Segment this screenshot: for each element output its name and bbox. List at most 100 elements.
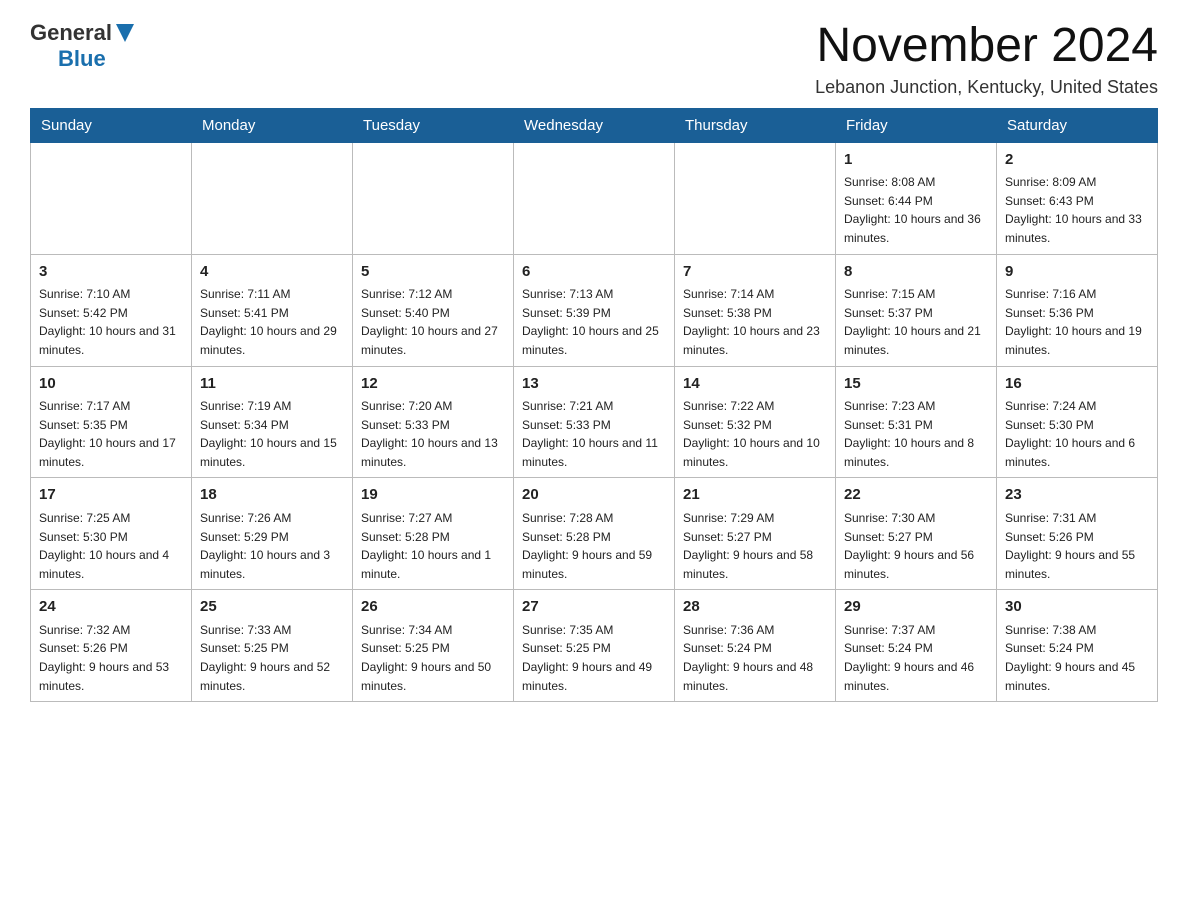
calendar-cell: 9Sunrise: 7:16 AMSunset: 5:36 PMDaylight… (997, 254, 1158, 366)
calendar-cell: 16Sunrise: 7:24 AMSunset: 5:30 PMDayligh… (997, 366, 1158, 478)
sun-info: Sunrise: 7:32 AMSunset: 5:26 PMDaylight:… (39, 621, 183, 695)
calendar-header-row: SundayMondayTuesdayWednesdayThursdayFrid… (31, 108, 1158, 142)
calendar-header-saturday: Saturday (997, 108, 1158, 142)
calendar-cell: 7Sunrise: 7:14 AMSunset: 5:38 PMDaylight… (675, 254, 836, 366)
day-number: 2 (1005, 149, 1149, 172)
day-number: 18 (200, 484, 344, 507)
calendar-header-sunday: Sunday (31, 108, 192, 142)
sun-info: Sunrise: 7:26 AMSunset: 5:29 PMDaylight:… (200, 509, 344, 583)
sun-info: Sunrise: 7:14 AMSunset: 5:38 PMDaylight:… (683, 285, 827, 359)
day-number: 11 (200, 373, 344, 396)
calendar-cell: 12Sunrise: 7:20 AMSunset: 5:33 PMDayligh… (353, 366, 514, 478)
calendar-header-monday: Monday (192, 108, 353, 142)
day-number: 27 (522, 596, 666, 619)
day-number: 15 (844, 373, 988, 396)
sun-info: Sunrise: 7:23 AMSunset: 5:31 PMDaylight:… (844, 397, 988, 471)
day-number: 22 (844, 484, 988, 507)
calendar-cell: 1Sunrise: 8:08 AMSunset: 6:44 PMDaylight… (836, 142, 997, 254)
calendar-header-friday: Friday (836, 108, 997, 142)
sun-info: Sunrise: 7:28 AMSunset: 5:28 PMDaylight:… (522, 509, 666, 583)
day-number: 23 (1005, 484, 1149, 507)
sun-info: Sunrise: 7:22 AMSunset: 5:32 PMDaylight:… (683, 397, 827, 471)
day-number: 10 (39, 373, 183, 396)
logo-arrow-icon (116, 24, 134, 42)
sun-info: Sunrise: 7:34 AMSunset: 5:25 PMDaylight:… (361, 621, 505, 695)
day-number: 20 (522, 484, 666, 507)
calendar-cell: 8Sunrise: 7:15 AMSunset: 5:37 PMDaylight… (836, 254, 997, 366)
sun-info: Sunrise: 7:17 AMSunset: 5:35 PMDaylight:… (39, 397, 183, 471)
day-number: 14 (683, 373, 827, 396)
sun-info: Sunrise: 7:24 AMSunset: 5:30 PMDaylight:… (1005, 397, 1149, 471)
sun-info: Sunrise: 7:35 AMSunset: 5:25 PMDaylight:… (522, 621, 666, 695)
logo-blue-text: Blue (58, 46, 106, 72)
title-block: November 2024 Lebanon Junction, Kentucky… (815, 20, 1158, 98)
calendar-cell: 6Sunrise: 7:13 AMSunset: 5:39 PMDaylight… (514, 254, 675, 366)
calendar-cell: 10Sunrise: 7:17 AMSunset: 5:35 PMDayligh… (31, 366, 192, 478)
day-number: 17 (39, 484, 183, 507)
month-title: November 2024 (815, 20, 1158, 73)
page-header: General Blue November 2024 Lebanon Junct… (30, 20, 1158, 98)
calendar-cell (192, 142, 353, 254)
day-number: 28 (683, 596, 827, 619)
sun-info: Sunrise: 7:15 AMSunset: 5:37 PMDaylight:… (844, 285, 988, 359)
calendar-cell (353, 142, 514, 254)
calendar-cell: 24Sunrise: 7:32 AMSunset: 5:26 PMDayligh… (31, 590, 192, 702)
sun-info: Sunrise: 8:08 AMSunset: 6:44 PMDaylight:… (844, 173, 988, 247)
day-number: 21 (683, 484, 827, 507)
calendar-table: SundayMondayTuesdayWednesdayThursdayFrid… (30, 108, 1158, 702)
day-number: 7 (683, 261, 827, 284)
sun-info: Sunrise: 7:31 AMSunset: 5:26 PMDaylight:… (1005, 509, 1149, 583)
day-number: 12 (361, 373, 505, 396)
sun-info: Sunrise: 7:29 AMSunset: 5:27 PMDaylight:… (683, 509, 827, 583)
logo-general-text: General (30, 20, 112, 46)
calendar-cell: 13Sunrise: 7:21 AMSunset: 5:33 PMDayligh… (514, 366, 675, 478)
calendar-cell: 30Sunrise: 7:38 AMSunset: 5:24 PMDayligh… (997, 590, 1158, 702)
sun-info: Sunrise: 7:10 AMSunset: 5:42 PMDaylight:… (39, 285, 183, 359)
calendar-cell: 19Sunrise: 7:27 AMSunset: 5:28 PMDayligh… (353, 478, 514, 590)
calendar-week-row: 3Sunrise: 7:10 AMSunset: 5:42 PMDaylight… (31, 254, 1158, 366)
sun-info: Sunrise: 7:38 AMSunset: 5:24 PMDaylight:… (1005, 621, 1149, 695)
day-number: 25 (200, 596, 344, 619)
sun-info: Sunrise: 7:33 AMSunset: 5:25 PMDaylight:… (200, 621, 344, 695)
calendar-header-tuesday: Tuesday (353, 108, 514, 142)
day-number: 9 (1005, 261, 1149, 284)
calendar-cell: 3Sunrise: 7:10 AMSunset: 5:42 PMDaylight… (31, 254, 192, 366)
sun-info: Sunrise: 7:16 AMSunset: 5:36 PMDaylight:… (1005, 285, 1149, 359)
calendar-week-row: 1Sunrise: 8:08 AMSunset: 6:44 PMDaylight… (31, 142, 1158, 254)
day-number: 16 (1005, 373, 1149, 396)
day-number: 24 (39, 596, 183, 619)
sun-info: Sunrise: 7:25 AMSunset: 5:30 PMDaylight:… (39, 509, 183, 583)
day-number: 30 (1005, 596, 1149, 619)
calendar-cell: 11Sunrise: 7:19 AMSunset: 5:34 PMDayligh… (192, 366, 353, 478)
sun-info: Sunrise: 8:09 AMSunset: 6:43 PMDaylight:… (1005, 173, 1149, 247)
day-number: 5 (361, 261, 505, 284)
sun-info: Sunrise: 7:19 AMSunset: 5:34 PMDaylight:… (200, 397, 344, 471)
sun-info: Sunrise: 7:20 AMSunset: 5:33 PMDaylight:… (361, 397, 505, 471)
calendar-cell: 27Sunrise: 7:35 AMSunset: 5:25 PMDayligh… (514, 590, 675, 702)
calendar-week-row: 24Sunrise: 7:32 AMSunset: 5:26 PMDayligh… (31, 590, 1158, 702)
day-number: 13 (522, 373, 666, 396)
calendar-cell: 20Sunrise: 7:28 AMSunset: 5:28 PMDayligh… (514, 478, 675, 590)
calendar-header-thursday: Thursday (675, 108, 836, 142)
calendar-cell: 22Sunrise: 7:30 AMSunset: 5:27 PMDayligh… (836, 478, 997, 590)
calendar-cell: 21Sunrise: 7:29 AMSunset: 5:27 PMDayligh… (675, 478, 836, 590)
sun-info: Sunrise: 7:21 AMSunset: 5:33 PMDaylight:… (522, 397, 666, 471)
day-number: 19 (361, 484, 505, 507)
day-number: 8 (844, 261, 988, 284)
location-text: Lebanon Junction, Kentucky, United State… (815, 77, 1158, 98)
sun-info: Sunrise: 7:37 AMSunset: 5:24 PMDaylight:… (844, 621, 988, 695)
day-number: 3 (39, 261, 183, 284)
sun-info: Sunrise: 7:36 AMSunset: 5:24 PMDaylight:… (683, 621, 827, 695)
sun-info: Sunrise: 7:27 AMSunset: 5:28 PMDaylight:… (361, 509, 505, 583)
calendar-cell: 26Sunrise: 7:34 AMSunset: 5:25 PMDayligh… (353, 590, 514, 702)
calendar-cell: 28Sunrise: 7:36 AMSunset: 5:24 PMDayligh… (675, 590, 836, 702)
calendar-cell: 29Sunrise: 7:37 AMSunset: 5:24 PMDayligh… (836, 590, 997, 702)
calendar-cell: 17Sunrise: 7:25 AMSunset: 5:30 PMDayligh… (31, 478, 192, 590)
calendar-cell (675, 142, 836, 254)
calendar-cell: 23Sunrise: 7:31 AMSunset: 5:26 PMDayligh… (997, 478, 1158, 590)
logo: General Blue (30, 20, 134, 72)
calendar-week-row: 17Sunrise: 7:25 AMSunset: 5:30 PMDayligh… (31, 478, 1158, 590)
calendar-header-wednesday: Wednesday (514, 108, 675, 142)
day-number: 26 (361, 596, 505, 619)
calendar-cell (514, 142, 675, 254)
